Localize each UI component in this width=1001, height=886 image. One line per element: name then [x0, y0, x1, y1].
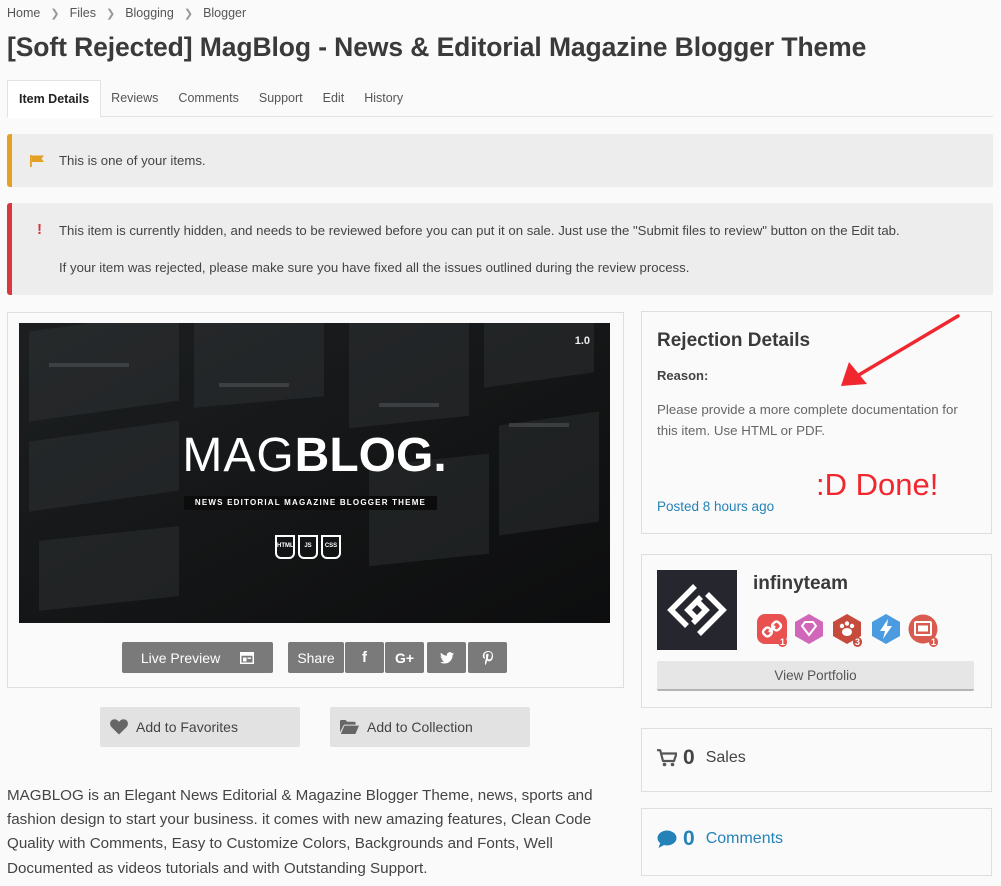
tab-support[interactable]: Support	[249, 80, 313, 116]
notice-accent-bar	[7, 134, 12, 187]
twitter-share-button[interactable]	[427, 642, 466, 673]
tab-item-details[interactable]: Item Details	[7, 80, 102, 118]
red-arrow-annotation	[841, 314, 960, 386]
sales-stat: 0 Sales	[657, 746, 746, 770]
add-to-collection-button[interactable]: Add to Collection	[330, 707, 530, 747]
chevron-right-icon: ❯	[183, 7, 194, 20]
tech-badges: HTML JS CSS	[275, 535, 341, 559]
tab-edit[interactable]: Edit	[313, 80, 355, 116]
comments-label: Comments	[705, 830, 784, 847]
speech-bubble-icon	[657, 830, 677, 848]
sold-count-badge: 1	[907, 613, 939, 647]
breadcrumb-home[interactable]: Home	[7, 6, 40, 20]
author-level-badge: 3	[831, 613, 863, 647]
item-preview-image[interactable]: 1.0 MAGBLOG. NEWS EDITORIAL MAGAZINE BLO…	[19, 323, 610, 623]
breadcrumb-blogger[interactable]: Blogger	[203, 6, 246, 20]
tab-history[interactable]: History	[354, 80, 413, 116]
item-description: MAGBLOG is an Elegant News Editorial & M…	[7, 787, 593, 877]
breadcrumb: Home ❯ Files ❯ Blogging ❯ Blogger	[7, 6, 246, 20]
browser-window-icon	[240, 651, 255, 664]
elite-author-badge	[793, 613, 825, 645]
heart-icon	[110, 719, 128, 735]
notice-accent-bar	[7, 203, 12, 295]
tab-reviews[interactable]: Reviews	[101, 80, 168, 116]
version-label: 1.0	[574, 335, 590, 347]
google-plus-icon: G+	[394, 649, 415, 666]
add-to-favorites-button[interactable]: Add to Favorites	[100, 707, 300, 747]
share-button[interactable]: Share	[288, 642, 344, 673]
infinyteam-logo-icon	[667, 584, 727, 636]
chevron-right-icon: ❯	[105, 7, 116, 20]
folder-open-icon	[340, 720, 359, 734]
posted-time-link[interactable]: Posted 8 hours ago	[657, 499, 774, 514]
cart-icon	[657, 749, 677, 767]
chevron-right-icon: ❯	[50, 7, 60, 20]
own-item-notice: This is one of your items.	[7, 134, 993, 187]
exclamation-icon: !	[37, 221, 42, 238]
hidden-item-notice: ! This item is currently hidden, and nee…	[7, 203, 993, 295]
pinterest-icon	[482, 650, 493, 665]
author-name[interactable]: infinyteam	[753, 573, 848, 595]
pinterest-share-button[interactable]	[468, 642, 507, 673]
reason-label: Reason:	[657, 368, 709, 383]
logo-bold-text: BLOG	[294, 429, 434, 482]
notice-text: This is one of your items.	[59, 153, 206, 168]
google-plus-share-button[interactable]: G+	[385, 642, 424, 673]
done-annotation: :D Done!	[816, 467, 939, 502]
author-avatar[interactable]	[657, 570, 737, 650]
item-tabs: Item Details Reviews Comments Support Ed…	[7, 80, 993, 118]
facebook-share-button[interactable]: f	[345, 642, 384, 673]
referral-badge: 1	[756, 613, 788, 647]
page-title: [Soft Rejected] MagBlog - News & Editori…	[7, 32, 867, 62]
power-elite-badge-icon	[872, 614, 900, 644]
facebook-icon: f	[362, 649, 367, 666]
view-portfolio-button[interactable]: View Portfolio	[657, 661, 974, 691]
comments-count: 0	[683, 827, 695, 850]
logo-light-text: MAG	[182, 429, 295, 482]
sales-count: 0	[683, 746, 695, 769]
badge-count: 3	[852, 637, 862, 647]
live-preview-button[interactable]: Live Preview	[122, 642, 273, 673]
preview-logo: MAGBLOG.	[19, 427, 610, 485]
sales-label: Sales	[705, 749, 746, 766]
add-to-collection-label: Add to Collection	[367, 719, 473, 735]
preview-tagline: NEWS EDITORIAL MAGAZINE BLOGGER THEME	[184, 496, 437, 510]
notice-text-line2: If your item was rejected, please make s…	[59, 260, 690, 275]
badge-count: 1	[928, 637, 938, 647]
breadcrumb-files[interactable]: Files	[70, 6, 96, 20]
flag-icon	[30, 155, 44, 167]
add-to-favorites-label: Add to Favorites	[136, 719, 238, 735]
css3-icon: CSS	[321, 535, 341, 559]
html5-icon: HTML	[275, 535, 295, 559]
breadcrumb-blogging[interactable]: Blogging	[125, 6, 174, 20]
js-icon: JS	[298, 535, 318, 559]
badge-count: 1	[777, 637, 787, 647]
notice-text-line1: This item is currently hidden, and needs…	[59, 223, 900, 238]
twitter-icon	[439, 651, 454, 664]
rejection-details-title: Rejection Details	[657, 330, 811, 351]
logo-dot: .	[433, 429, 447, 482]
reason-text: Please provide a more complete documenta…	[657, 402, 958, 438]
tab-comments[interactable]: Comments	[168, 80, 248, 116]
power-elite-badge	[870, 613, 902, 645]
live-preview-label: Live Preview	[140, 649, 221, 666]
comments-stat[interactable]: 0 Comments	[657, 827, 783, 851]
elite-author-badge-icon	[795, 614, 823, 644]
